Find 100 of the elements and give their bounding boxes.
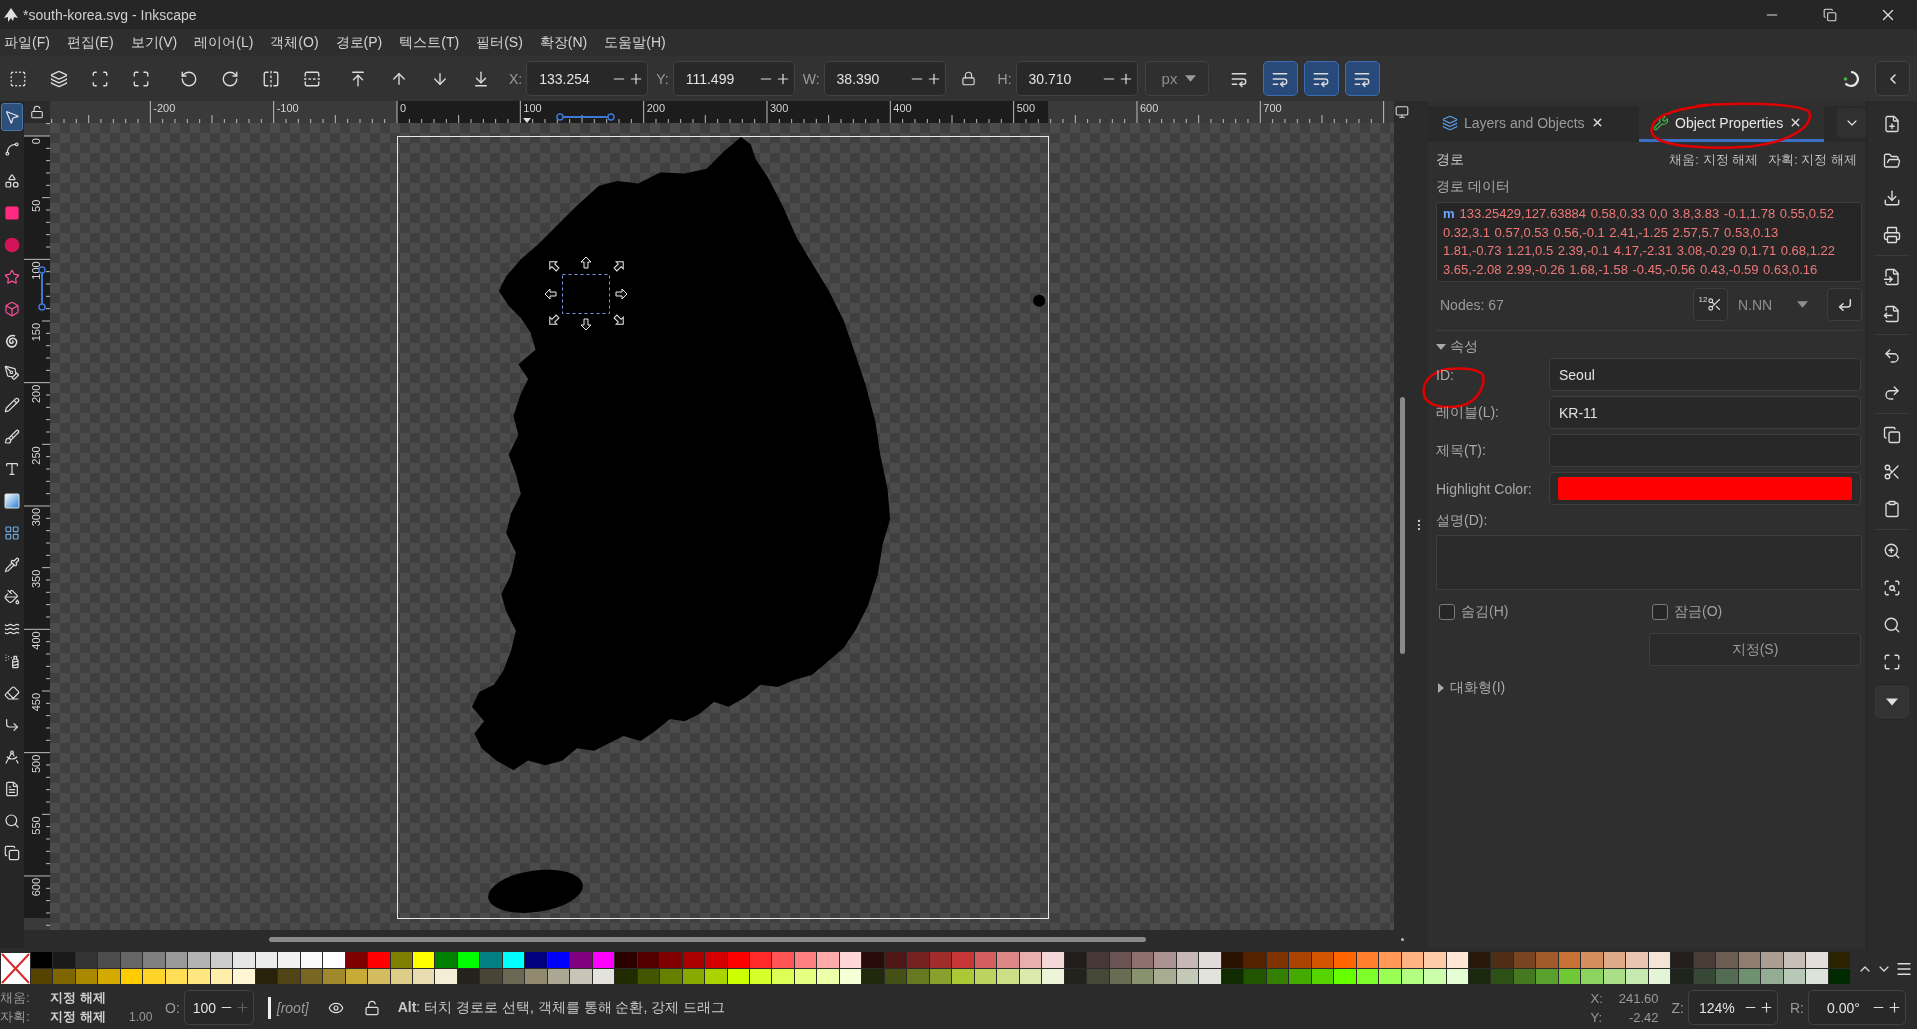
color-swatch[interactable] bbox=[929, 952, 953, 969]
color-swatch[interactable] bbox=[1558, 952, 1582, 969]
toggle-button[interactable] bbox=[1303, 61, 1339, 96]
number-field[interactable]: 133.254 bbox=[526, 61, 649, 96]
menu-item[interactable]: 파일(F) bbox=[4, 33, 50, 52]
color-swatch[interactable] bbox=[1716, 952, 1739, 969]
section-expander[interactable]: 대화형(I) bbox=[1436, 678, 1506, 698]
crossed-swatch-icon[interactable] bbox=[0, 952, 31, 985]
color-swatch[interactable] bbox=[210, 952, 234, 969]
color-swatch[interactable] bbox=[1176, 952, 1200, 969]
arrow-handle-icon[interactable] bbox=[613, 314, 624, 325]
padlock-icon[interactable] bbox=[363, 999, 380, 1016]
layers-icon[interactable] bbox=[50, 69, 68, 88]
unit-dropdown[interactable]: px bbox=[1144, 61, 1209, 96]
color-swatch[interactable] bbox=[1131, 952, 1155, 969]
collapse-button[interactable] bbox=[1875, 61, 1910, 96]
menu-item[interactable]: 도움말(H) bbox=[604, 33, 666, 52]
color-swatch[interactable] bbox=[1289, 952, 1312, 969]
color-swatch[interactable] bbox=[705, 952, 728, 969]
search-icon[interactable] bbox=[1883, 615, 1901, 634]
menu-item[interactable]: 필터(S) bbox=[476, 33, 523, 52]
color-button[interactable] bbox=[1549, 472, 1861, 505]
color-swatch[interactable] bbox=[1401, 952, 1425, 969]
rotate-left-icon[interactable] bbox=[180, 69, 198, 88]
flip-vertical-icon[interactable] bbox=[303, 69, 321, 88]
arrow-handle-icon[interactable] bbox=[580, 256, 592, 269]
color-swatch[interactable] bbox=[1738, 952, 1762, 969]
color-swatch[interactable] bbox=[1671, 952, 1694, 969]
printer-icon[interactable] bbox=[1883, 225, 1901, 244]
scan-search-icon[interactable] bbox=[1883, 578, 1901, 597]
lock-icon[interactable] bbox=[960, 71, 976, 86]
zoom-field[interactable]: 124% bbox=[1688, 990, 1778, 1025]
color-swatch[interactable] bbox=[1536, 952, 1559, 969]
color-swatch[interactable] bbox=[592, 952, 616, 969]
opacity-field[interactable]: 100 bbox=[183, 990, 254, 1025]
color-swatch[interactable] bbox=[862, 952, 885, 969]
clipboard-icon[interactable] bbox=[1883, 499, 1901, 518]
color-swatch[interactable] bbox=[1311, 952, 1335, 969]
file-import-icon[interactable] bbox=[1883, 267, 1901, 286]
zoom-in-icon[interactable] bbox=[1883, 541, 1901, 560]
color-swatch[interactable] bbox=[323, 952, 346, 969]
color-swatch[interactable] bbox=[1783, 952, 1807, 969]
color-swatch[interactable] bbox=[278, 952, 301, 969]
color-swatch[interactable] bbox=[1424, 952, 1447, 969]
color-swatch[interactable] bbox=[300, 952, 324, 969]
color-swatch[interactable] bbox=[1042, 952, 1065, 969]
color-swatch[interactable] bbox=[974, 952, 998, 969]
arrow-down-to-line-icon[interactable] bbox=[472, 69, 490, 88]
color-swatch[interactable] bbox=[1603, 952, 1627, 969]
color-swatch[interactable] bbox=[570, 952, 593, 969]
color-swatch[interactable] bbox=[1761, 952, 1784, 969]
arc-icon[interactable] bbox=[1842, 69, 1860, 88]
scan-frame-icon[interactable] bbox=[91, 69, 109, 88]
color-swatch[interactable] bbox=[120, 952, 144, 969]
toggle-button[interactable] bbox=[1262, 61, 1298, 96]
color-swatch[interactable] bbox=[997, 952, 1020, 969]
arrow-handle-icon[interactable] bbox=[549, 314, 560, 325]
arrow-handle-icon[interactable] bbox=[615, 288, 628, 300]
frame-corners-icon[interactable] bbox=[1883, 652, 1901, 671]
rotate-right-icon[interactable] bbox=[221, 69, 239, 88]
panel-tab[interactable]: Object Properties bbox=[1639, 106, 1824, 142]
color-swatch[interactable] bbox=[1648, 952, 1672, 969]
redo-icon[interactable] bbox=[1883, 383, 1901, 402]
new-file-icon[interactable] bbox=[1883, 114, 1901, 133]
color-swatch[interactable] bbox=[1806, 952, 1829, 969]
color-swatch[interactable] bbox=[188, 952, 211, 969]
color-swatch[interactable] bbox=[1109, 952, 1132, 969]
color-swatch[interactable] bbox=[75, 952, 99, 969]
color-swatch[interactable] bbox=[1693, 952, 1717, 969]
color-swatch[interactable] bbox=[143, 952, 166, 969]
apply-button[interactable] bbox=[1827, 288, 1862, 321]
text-field[interactable]: KR-11 bbox=[1549, 396, 1861, 429]
color-swatch[interactable] bbox=[660, 952, 683, 969]
selection-range-marker[interactable] bbox=[38, 266, 46, 311]
arrow-handle-icon[interactable] bbox=[549, 261, 560, 272]
color-swatch[interactable] bbox=[233, 952, 256, 969]
number-field[interactable]: 30.710 bbox=[1015, 61, 1138, 96]
folder-icon[interactable] bbox=[1883, 151, 1901, 170]
color-swatch[interactable] bbox=[884, 952, 908, 969]
text-field[interactable]: Seoul bbox=[1549, 358, 1861, 391]
color-swatch[interactable] bbox=[502, 952, 526, 969]
color-swatch[interactable] bbox=[255, 952, 279, 969]
arrow-handle-icon[interactable] bbox=[544, 288, 557, 300]
color-swatch[interactable] bbox=[1199, 952, 1222, 969]
color-swatch[interactable] bbox=[794, 952, 818, 969]
flip-horizontal-icon[interactable] bbox=[262, 69, 280, 88]
section-expander[interactable]: 속성 bbox=[1436, 337, 1478, 357]
color-swatch[interactable] bbox=[1154, 952, 1177, 969]
scrollbar-thumb[interactable] bbox=[269, 937, 1146, 942]
arrow-handle-icon[interactable] bbox=[613, 261, 624, 272]
color-swatch[interactable] bbox=[547, 952, 571, 969]
color-swatch[interactable] bbox=[952, 952, 975, 969]
tab-menu-button[interactable] bbox=[1837, 108, 1866, 138]
plus-icon[interactable] bbox=[1759, 1000, 1774, 1015]
color-swatch[interactable] bbox=[98, 952, 121, 969]
color-swatch[interactable] bbox=[1064, 952, 1088, 969]
menu-item[interactable]: 객체(O) bbox=[270, 33, 319, 52]
color-swatch[interactable] bbox=[1581, 952, 1604, 969]
menu-item[interactable]: 보기(V) bbox=[130, 33, 178, 52]
color-swatch[interactable] bbox=[1019, 952, 1043, 969]
